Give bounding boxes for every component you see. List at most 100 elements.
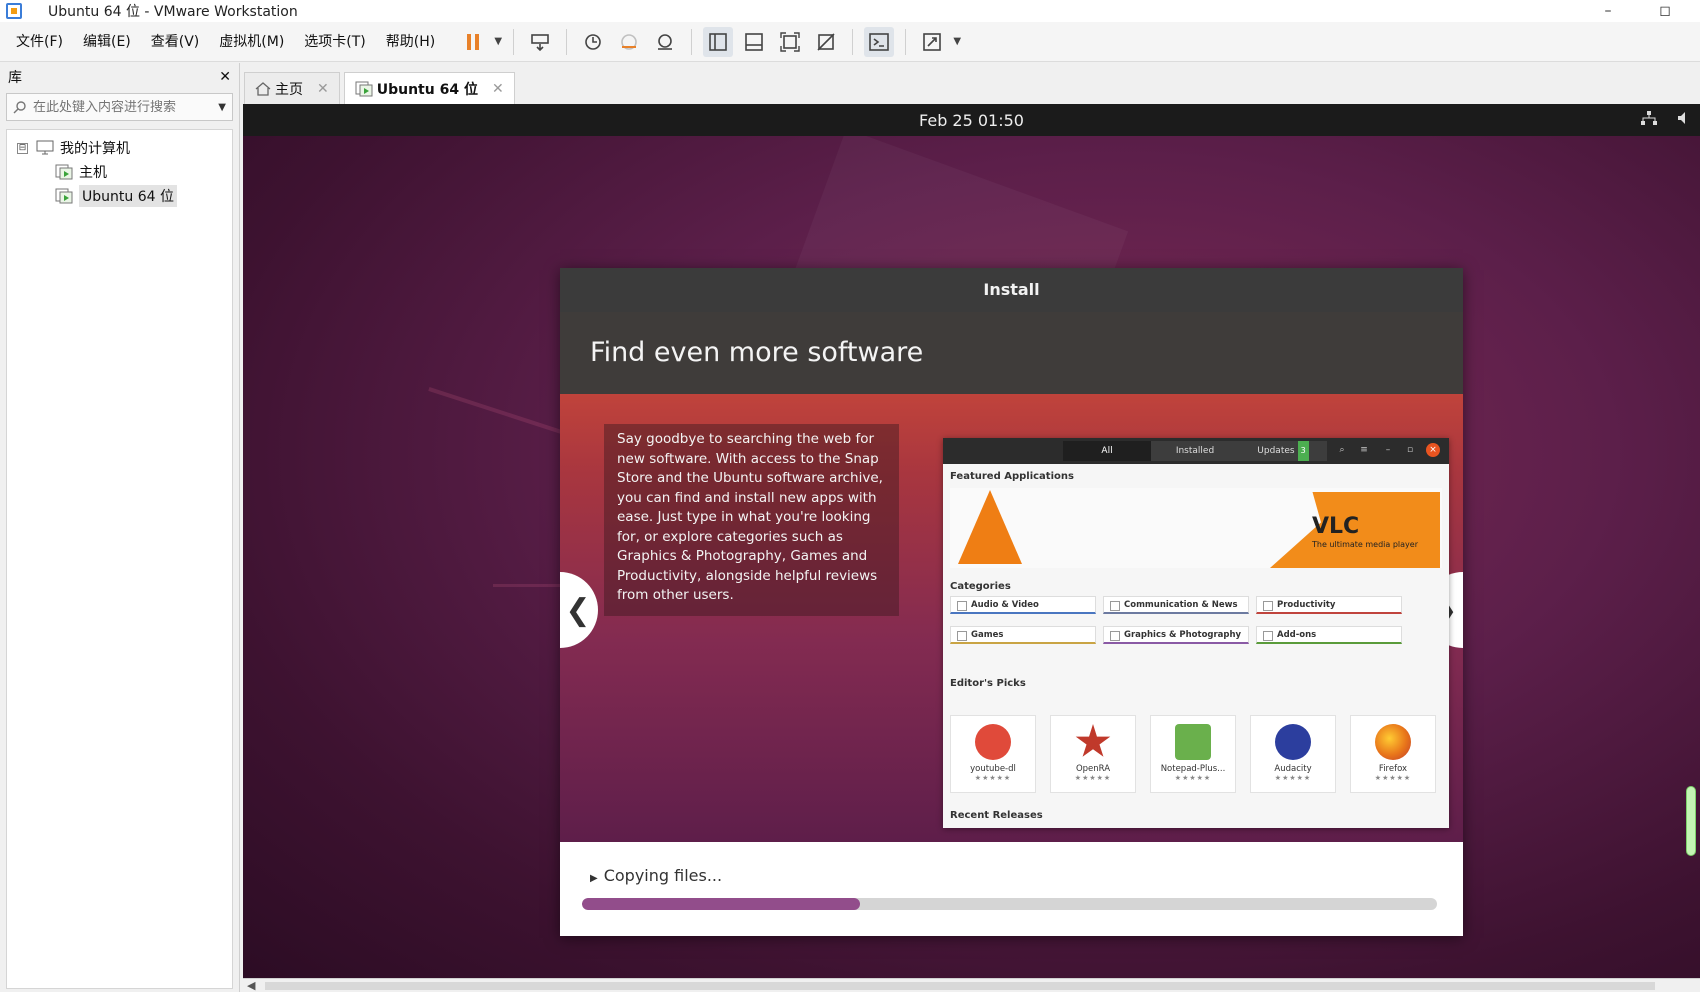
stretch-icon (923, 32, 942, 51)
volume-icon[interactable] (1676, 110, 1692, 126)
tab-strip: 主页 ✕ Ubuntu 64 位 ✕ (244, 68, 519, 104)
previous-slide-button[interactable]: ❮ (560, 572, 598, 648)
menu-help[interactable]: 帮助(H) (376, 22, 445, 62)
library-search-input[interactable] (33, 99, 219, 115)
progress-bar (582, 898, 1437, 910)
notepad-plus-icon (1175, 724, 1211, 760)
collapse-toggle[interactable]: ⊟ (17, 142, 28, 154)
vm-running-icon (355, 81, 373, 96)
mock-minimize-icon: – (1385, 445, 1391, 455)
library-close-button[interactable]: ✕ (219, 69, 231, 85)
unity-mode-button[interactable] (811, 27, 841, 57)
pause-button[interactable] (458, 27, 488, 57)
menu-edit[interactable]: 编辑(E) (73, 22, 141, 62)
install-progress-area: ▶ Copying files... (560, 842, 1463, 936)
window-title: Ubuntu 64 位 - VMware Workstation (48, 4, 298, 20)
horizontal-scrollbar[interactable]: ◀ (243, 978, 1700, 992)
vm-icon (55, 164, 73, 180)
banner-title: VLC (1312, 514, 1360, 539)
search-icon (13, 101, 26, 114)
tab-close-button[interactable]: ✕ (317, 81, 329, 97)
revert-snapshot-button[interactable] (614, 27, 644, 57)
show-thumbnail-bar-button[interactable] (739, 27, 769, 57)
menu-vm[interactable]: 虚拟机(M) (209, 22, 294, 62)
pick-card: Firefox ★★★★★ (1350, 715, 1436, 793)
progress-bar-fill (582, 898, 860, 910)
expand-triangle-icon: ▶ (590, 873, 598, 884)
home-icon (255, 81, 271, 96)
revert-snapshot-icon (621, 33, 638, 50)
power-dropdown-caret-icon[interactable]: ▼ (491, 27, 505, 57)
minimize-button[interactable]: – (1588, 0, 1628, 22)
editors-picks-title: Editor's Picks (950, 678, 1026, 689)
tab-home[interactable]: 主页 ✕ (244, 72, 340, 104)
pick-name: youtube-dl (970, 764, 1016, 774)
keyboard-send-icon (531, 33, 550, 51)
pick-card: youtube-dl ★★★★★ (950, 715, 1036, 793)
pick-rating: ★★★★★ (1074, 774, 1112, 782)
pick-card: Notepad-Plus... ★★★★★ (1150, 715, 1236, 793)
scrollbar-thumb[interactable] (265, 982, 1655, 990)
thumbnail-bar-icon (745, 32, 764, 51)
mock-tab-updates: Updates 3 (1239, 441, 1327, 461)
show-library-button[interactable] (703, 26, 734, 57)
tab-ubuntu[interactable]: Ubuntu 64 位 ✕ (343, 72, 515, 104)
category-item: Graphics & Photography (1103, 626, 1249, 644)
full-screen-button[interactable] (775, 27, 805, 57)
installer-title: Install (560, 268, 1463, 312)
software-store-screenshot: All Installed Updates 3 ⌕ ≡ – ▫ × Feature… (943, 438, 1449, 828)
banner-subtitle: The ultimate media player (1312, 540, 1418, 549)
pick-card: Audacity ★★★★★ (1250, 715, 1336, 793)
network-icon[interactable] (1640, 110, 1658, 126)
pick-name: Notepad-Plus... (1160, 764, 1226, 774)
snapshot-manager-button[interactable] (650, 27, 680, 57)
vlc-cone-icon (958, 490, 1022, 564)
firefox-icon (1375, 724, 1411, 760)
mock-menu-icon: ≡ (1360, 445, 1368, 455)
full-screen-icon (780, 31, 800, 52)
pick-rating: ★★★★★ (974, 774, 1012, 782)
send-ctrl-alt-del-button[interactable] (525, 27, 555, 57)
library-panel: 库 ✕ ▼ ⊟ 我的计算机 主机 Ubuntu 64 位 (0, 63, 240, 992)
progress-label: Copying files... (603, 866, 723, 885)
menu-tabs[interactable]: 选项卡(T) (294, 22, 375, 62)
tab-close-button[interactable]: ✕ (492, 81, 504, 97)
snapshot-manager-icon (658, 33, 673, 50)
openra-star-icon (1075, 724, 1111, 757)
slide-heading: Find even more software (560, 312, 1463, 394)
snapshot-button[interactable] (578, 27, 608, 57)
search-dropdown-caret-icon[interactable]: ▼ (218, 102, 226, 113)
vm-running-icon (55, 188, 73, 204)
menu-file[interactable]: 文件(F) (6, 22, 73, 62)
mock-close-icon: × (1426, 443, 1440, 457)
mock-maximize-icon: ▫ (1406, 445, 1414, 455)
category-item: Audio & Video (950, 596, 1096, 614)
pick-rating: ★★★★★ (1274, 774, 1312, 782)
audacity-headphones-icon (1275, 724, 1311, 760)
scroll-left-icon[interactable]: ◀ (247, 979, 255, 992)
maximize-button[interactable]: ◻ (1645, 0, 1685, 22)
pick-name: Firefox (1378, 764, 1408, 774)
tree-item-ubuntu[interactable]: Ubuntu 64 位 (7, 184, 232, 208)
tab-label: Ubuntu 64 位 (376, 81, 478, 98)
console-view-button[interactable] (864, 26, 895, 57)
pick-name: Audacity (1274, 764, 1312, 774)
progress-details-toggle[interactable]: ▶ Copying files... (590, 866, 722, 885)
tree-item-label: Ubuntu 64 位 (79, 185, 177, 207)
terminal-icon (869, 32, 890, 51)
mock-search-icon: ⌕ (1339, 445, 1345, 455)
clock[interactable]: Feb 25 01:50 (919, 111, 1024, 130)
stretch-guest-button[interactable] (917, 27, 947, 57)
gnome-top-bar: Feb 25 01:50 (243, 104, 1700, 136)
stretch-dropdown-caret-icon[interactable]: ▼ (950, 27, 964, 57)
snapshot-clock-icon (585, 33, 602, 50)
category-item: Add-ons (1256, 626, 1402, 644)
tree-item-my-computer[interactable]: ⊟ 我的计算机 (7, 136, 232, 160)
category-item: Games (950, 626, 1096, 644)
tree-item-host[interactable]: 主机 (7, 160, 232, 184)
menu-view[interactable]: 查看(V) (141, 22, 210, 62)
mock-tab-all: All (1063, 441, 1151, 461)
vm-guest-display[interactable]: Feb 25 01:50 Install Find even more soft… (243, 104, 1700, 978)
category-item: Communication & News (1103, 596, 1249, 614)
vmware-logo-icon (6, 3, 22, 19)
